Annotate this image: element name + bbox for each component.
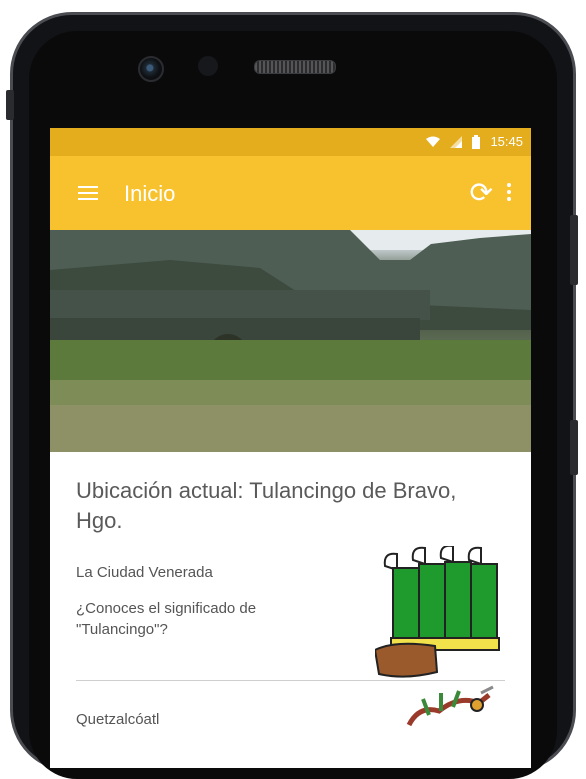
proximity-sensor bbox=[198, 56, 218, 76]
earpiece-speaker bbox=[254, 60, 336, 74]
status-time: 15:45 bbox=[490, 134, 523, 149]
hero-image bbox=[50, 230, 531, 452]
card-description: ¿Conoces el significado de "Tulancingo"? bbox=[76, 600, 257, 638]
side-button-left bbox=[6, 90, 14, 120]
quetzalcoatl-glyph-icon bbox=[406, 685, 494, 727]
hero-landscape bbox=[50, 230, 531, 452]
card-heading: Quetzalcóatl bbox=[76, 711, 160, 728]
card-quetzalcoatl[interactable]: Quetzalcóatl bbox=[76, 681, 505, 741]
card-heading: La Ciudad Venerada bbox=[76, 564, 213, 581]
tulancingo-glyph-icon bbox=[375, 546, 500, 678]
front-camera bbox=[138, 56, 164, 82]
status-bar: 15:45 bbox=[50, 128, 531, 156]
location-title: Ubicación actual: Tulancingo de Bravo, H… bbox=[76, 478, 457, 533]
app-screen: 15:45 Inicio ⟳ Ubicación actual: Tulanci… bbox=[50, 128, 531, 768]
app-toolbar: Inicio ⟳ bbox=[50, 156, 531, 230]
battery-icon bbox=[472, 134, 481, 149]
menu-icon[interactable] bbox=[78, 186, 98, 200]
card-ciudad-venerada[interactable]: La Ciudad Venerada ¿Conoces el significa… bbox=[76, 546, 505, 680]
refresh-icon[interactable]: ⟳ bbox=[470, 178, 493, 208]
toolbar-title: Inicio bbox=[124, 181, 176, 206]
power-button bbox=[570, 420, 578, 475]
content-area: Ubicación actual: Tulancingo de Bravo, H… bbox=[50, 452, 531, 741]
volume-button bbox=[570, 215, 578, 285]
signal-icon bbox=[450, 135, 463, 148]
more-vert-icon[interactable] bbox=[507, 183, 511, 203]
wifi-icon bbox=[426, 136, 441, 147]
